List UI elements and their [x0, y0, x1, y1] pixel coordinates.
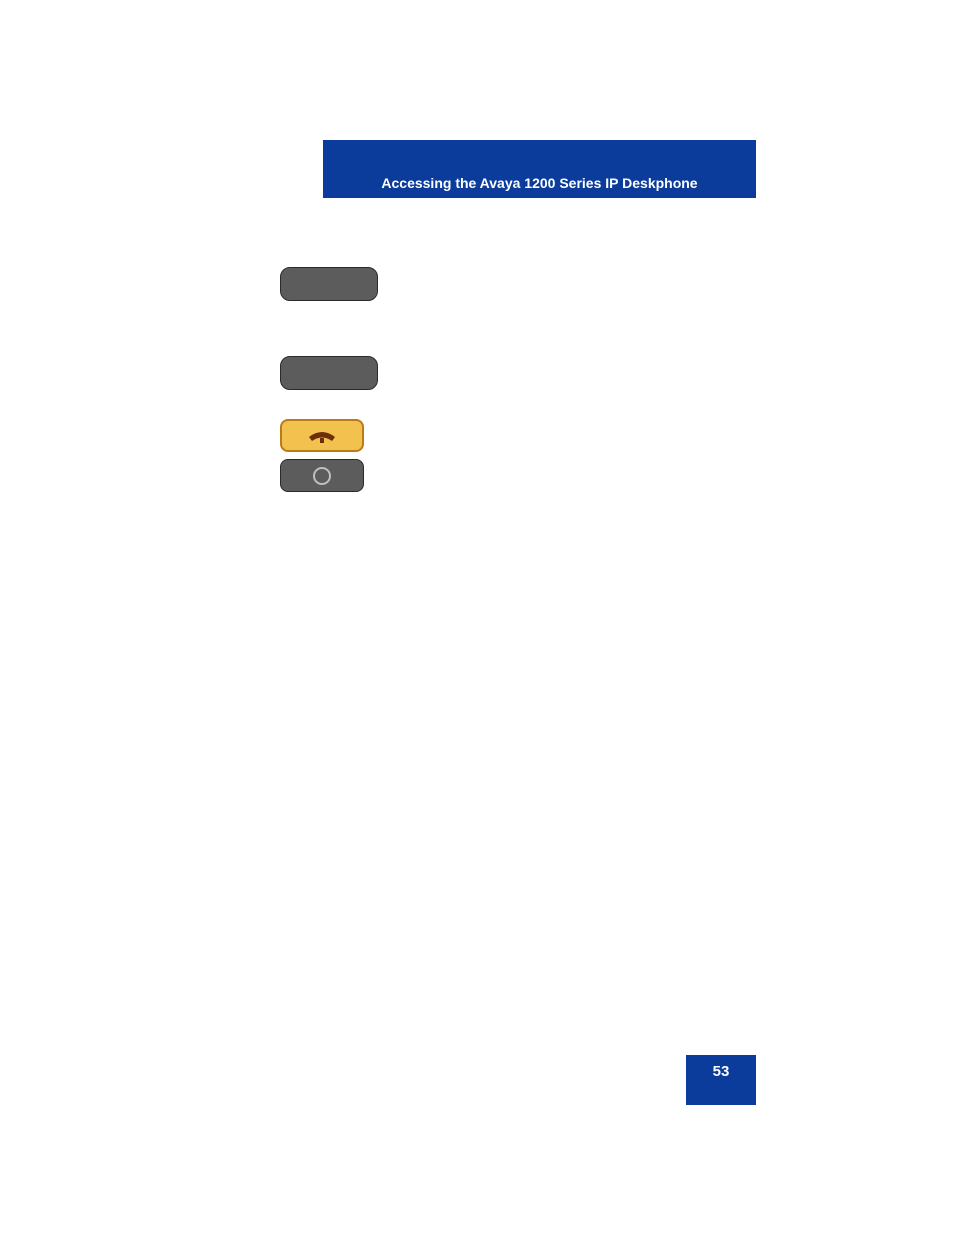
page-header-title: Accessing the Avaya 1200 Series IP Deskp…	[323, 175, 756, 191]
softkey-button-2	[280, 356, 378, 390]
feature-key	[280, 459, 364, 492]
circle-icon	[313, 467, 331, 485]
goodbye-key	[280, 419, 364, 452]
page-number: 53	[713, 1063, 730, 1080]
hangup-icon	[305, 427, 339, 445]
softkey-button-1	[280, 267, 378, 301]
page-number-box: 53	[686, 1055, 756, 1105]
